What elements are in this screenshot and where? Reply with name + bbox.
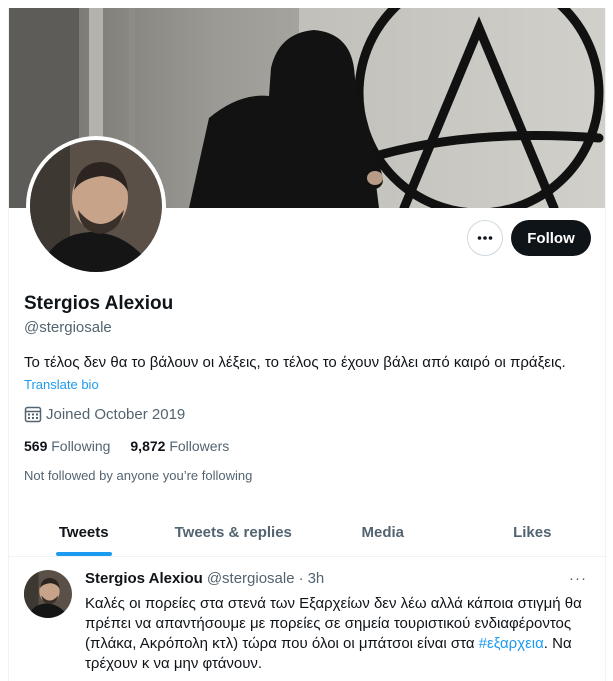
tab-label: Media [361,523,404,541]
tweet-text: Καλές οι πορείες στα στενά των Εξαρχείων… [85,594,590,674]
tweet-timestamp[interactable]: 3h [308,570,325,587]
tweet-author-name[interactable]: Stergios Alexiou [85,570,203,587]
tab-tweets[interactable]: Tweets [9,508,159,556]
profile-handle: @stergiosale [24,319,112,336]
following-link[interactable]: 569 Following [24,438,110,454]
not-followed-notice: Not followed by anyone you’re following [24,468,253,483]
tweet-more-icon[interactable]: ··· [569,570,587,587]
following-label: Following [51,438,111,454]
tweet-header: Stergios Alexiou @stergiosale · 3h [85,570,324,587]
tweet-separator: · [298,570,304,587]
tab-media[interactable]: Media [308,508,458,556]
tab-tweets-replies[interactable]: Tweets & replies [159,508,309,556]
tweet-avatar[interactable] [24,570,72,618]
following-count: 569 [24,438,48,454]
profile-bio: Το τέλος δεν θα το βάλουν οι λέξεις, το … [24,354,566,371]
joined-text: Joined October 2019 [46,405,186,423]
profile-name: Stergios Alexiou [24,293,174,314]
profile-page: Follow Stergios Alexiou @stergiosale Το … [8,8,606,681]
active-tab-indicator [55,552,112,556]
tweet-item[interactable]: Stergios Alexiou @stergiosale · 3h ··· Κ… [9,558,605,681]
calendar-icon [24,406,42,423]
tab-label: Likes [513,523,552,541]
translate-bio-link[interactable]: Translate bio [24,377,99,392]
tab-likes[interactable]: Likes [458,508,606,556]
tab-label: Tweets [58,523,109,541]
profile-avatar-frame[interactable] [26,136,166,276]
follow-stats: 569 Following 9,872 Followers [24,438,229,454]
tweet-avatar-photo [24,570,72,618]
followers-link[interactable]: 9,872 Followers [130,438,229,454]
follow-button[interactable]: Follow [511,220,591,256]
joined-date: Joined October 2019 [24,405,185,423]
avatar-photo [30,140,162,272]
profile-tabs: Tweets Tweets & replies Media Likes [9,508,606,557]
tweet-author-handle[interactable]: @stergiosale [207,570,295,587]
more-options-button[interactable] [467,220,503,256]
followers-label: Followers [169,438,230,454]
tab-label: Tweets & replies [174,523,292,541]
avatar[interactable] [30,140,162,272]
ellipsis-icon [477,236,493,240]
followers-count: 9,872 [130,438,166,454]
tweet-hashtag-link[interactable]: #εξαρχεια [479,635,544,652]
